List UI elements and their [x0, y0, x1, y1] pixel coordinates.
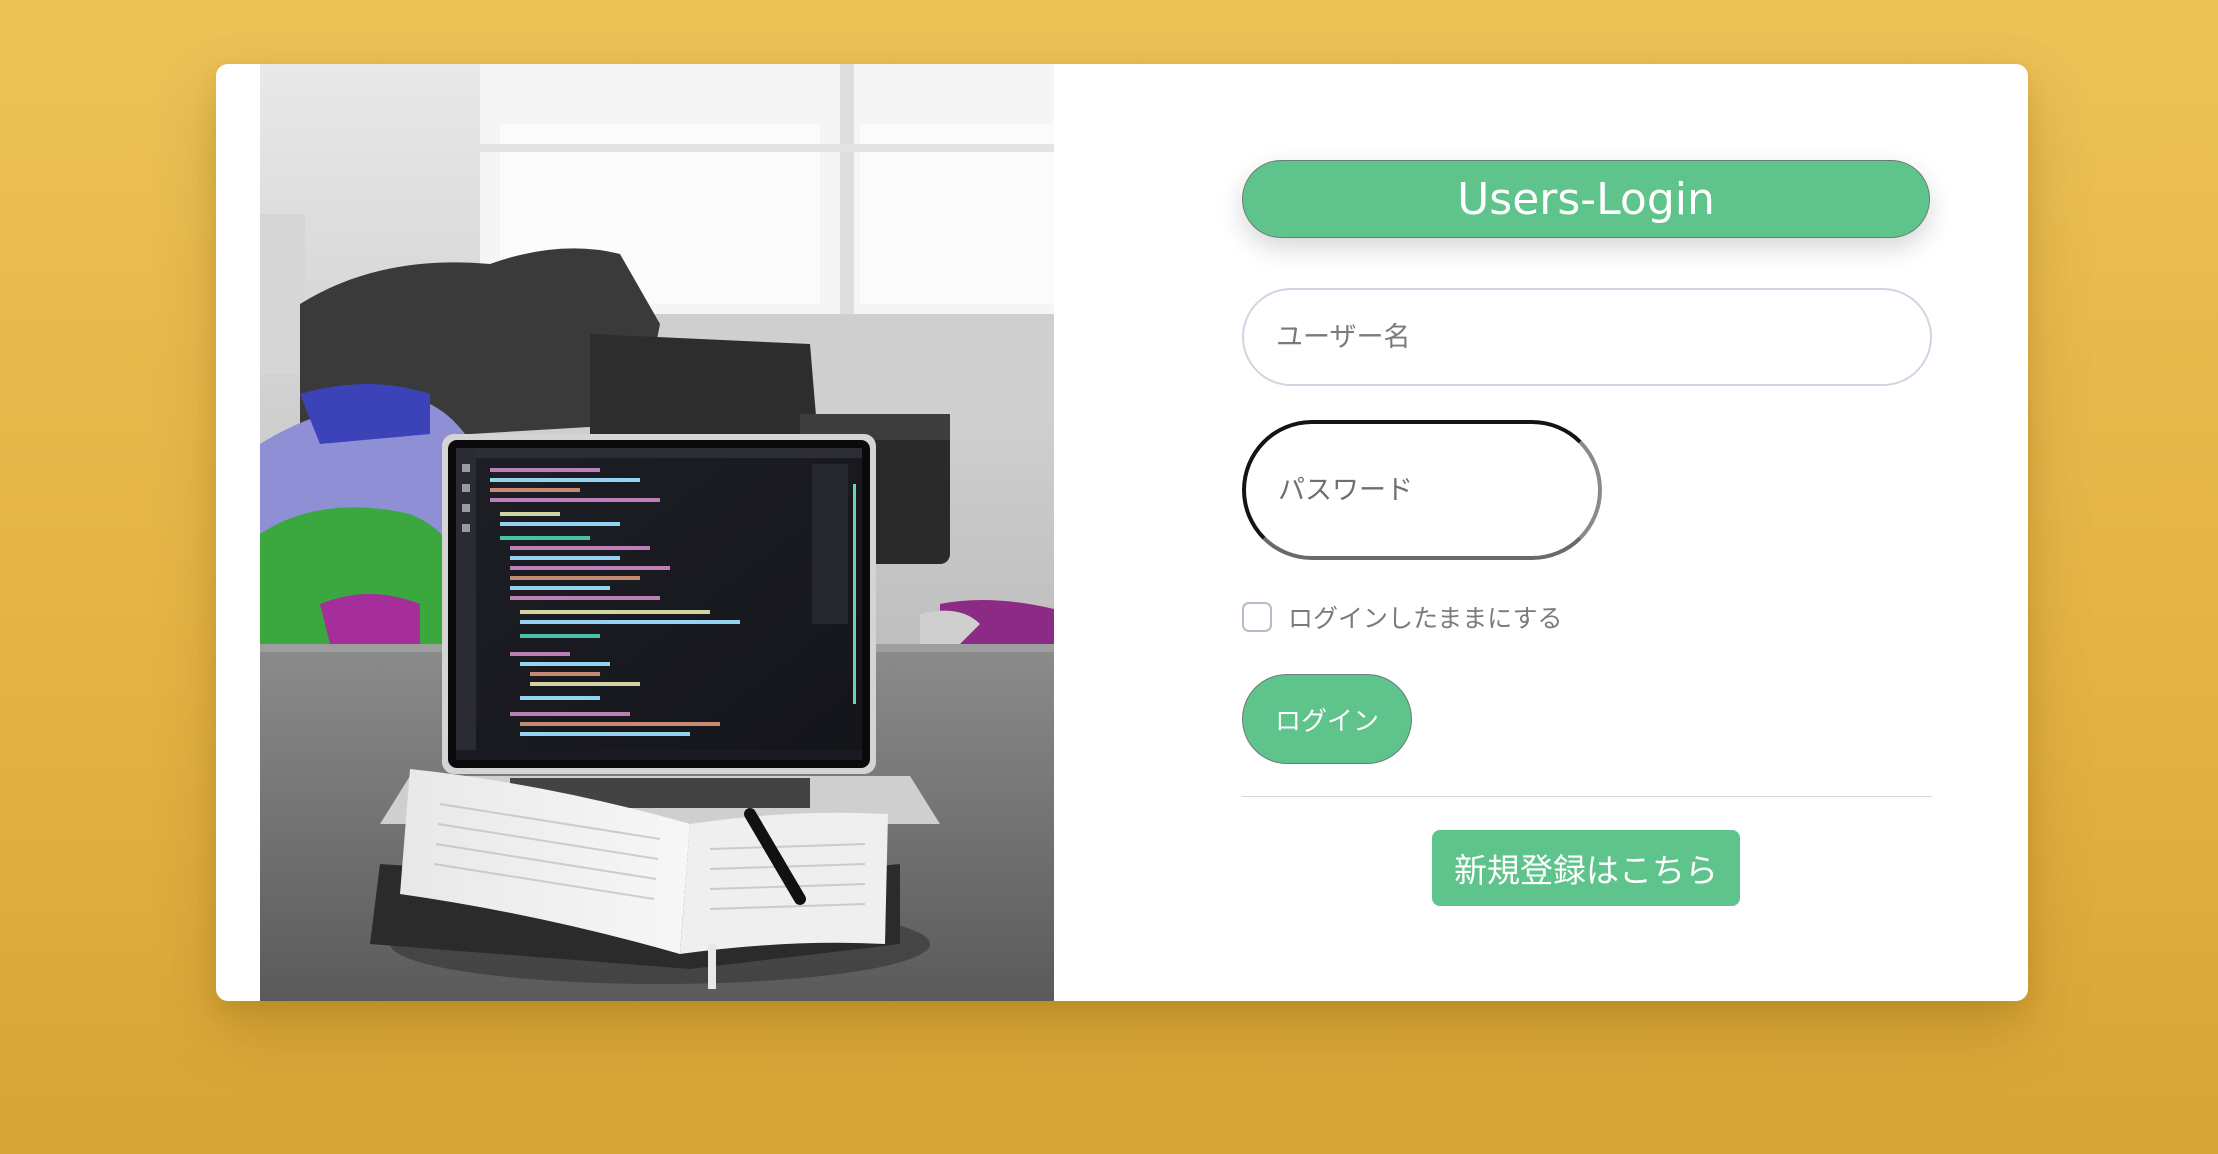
password-input[interactable] — [1242, 420, 1602, 560]
login-button[interactable]: ログイン — [1242, 674, 1412, 764]
remember-me-checkbox[interactable] — [1242, 602, 1272, 632]
hero-photo — [260, 64, 1054, 1001]
login-form: Users-Login ログインしたままにする ログイン 新規登録はこちら — [1242, 64, 1932, 1001]
login-card: Users-Login ログインしたままにする ログイン 新規登録はこちら — [216, 64, 2028, 1001]
login-title: Users-Login — [1242, 160, 1930, 238]
register-button[interactable]: 新規登録はこちら — [1432, 830, 1740, 906]
remember-me-label[interactable]: ログインしたままにする — [1288, 599, 1563, 635]
remember-me-row[interactable]: ログインしたままにする — [1242, 600, 1563, 634]
divider — [1242, 796, 1932, 797]
username-input[interactable] — [1242, 288, 1932, 386]
